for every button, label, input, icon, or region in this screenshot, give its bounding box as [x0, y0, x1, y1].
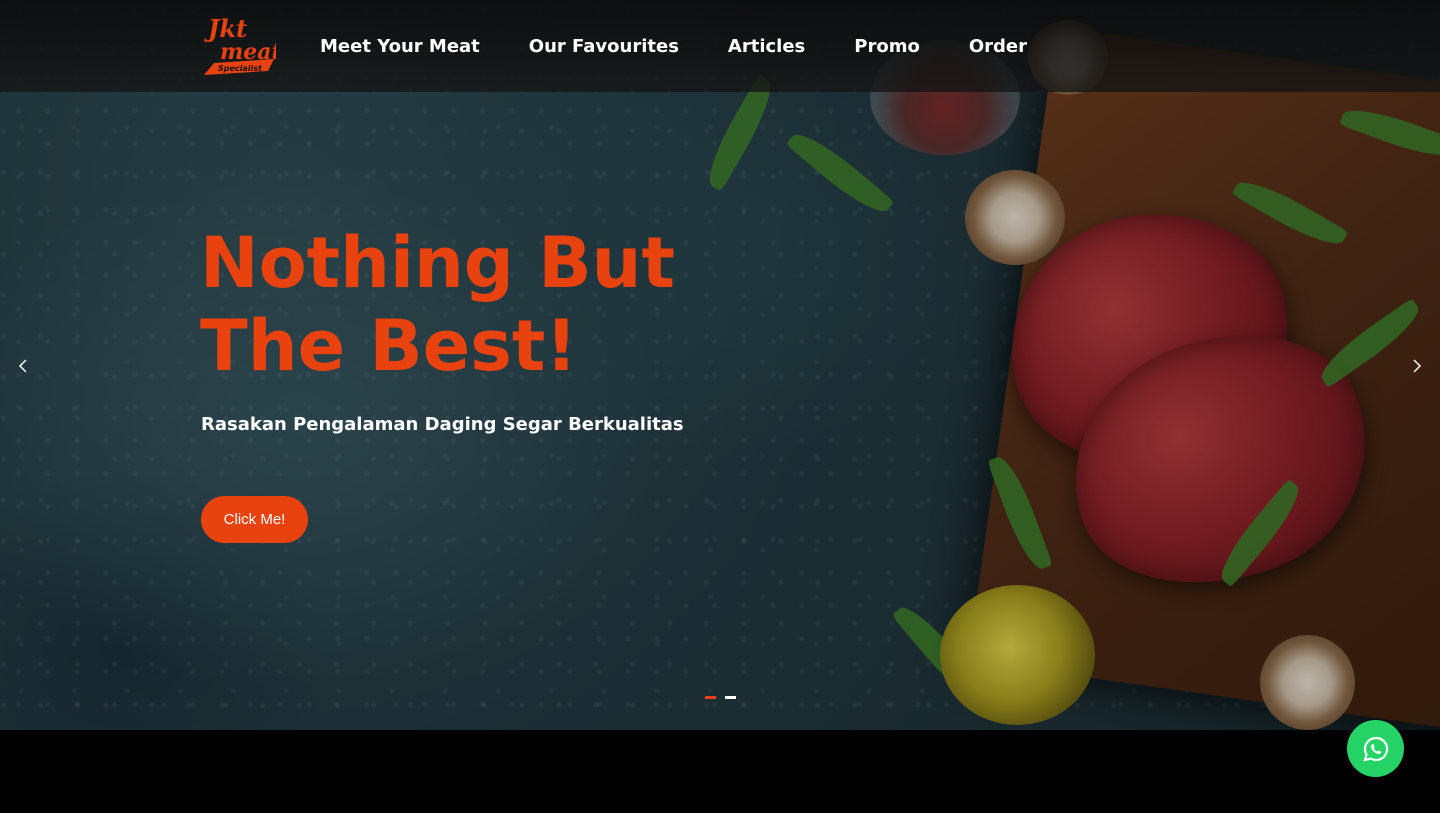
logo[interactable]: Jkt meat Specialist: [202, 13, 282, 77]
chevron-left-icon: [18, 359, 27, 373]
whatsapp-button[interactable]: [1347, 720, 1404, 777]
nav-item-meet-your-meat[interactable]: Meet Your Meat: [320, 36, 480, 57]
whatsapp-icon: [1362, 736, 1388, 762]
chevron-right-icon: [1413, 359, 1422, 373]
headline-line-1: Nothing But: [200, 222, 675, 304]
site-header: Jkt meat Specialist Meet Your Meat Our F…: [0, 0, 1440, 92]
jktmeat-logo: Jkt meat Specialist: [204, 14, 282, 75]
main-nav: Meet Your Meat Our Favourites Articles P…: [320, 0, 1076, 92]
nav-item-our-favourites[interactable]: Our Favourites: [529, 36, 679, 57]
nav-item-articles[interactable]: Articles: [728, 36, 805, 57]
nav-item-order[interactable]: Order: [969, 36, 1027, 57]
carousel-indicator-2[interactable]: [725, 696, 736, 699]
hero-headline: Nothing But The Best!: [200, 222, 760, 388]
carousel-next-button[interactable]: [1406, 356, 1426, 376]
carousel-prev-button[interactable]: [14, 356, 34, 376]
hero-subheadline: Rasakan Pengalaman Daging Segar Berkuali…: [201, 414, 684, 435]
svg-text:Specialist: Specialist: [218, 64, 263, 73]
headline-line-2: The Best!: [200, 305, 578, 387]
click-me-button[interactable]: Click Me!: [201, 496, 308, 543]
nav-item-promo[interactable]: Promo: [854, 36, 920, 57]
carousel-indicator-1[interactable]: [705, 696, 716, 699]
hero-carousel: Nothing But The Best! Rasakan Pengalaman…: [0, 0, 1440, 730]
carousel-indicators: [705, 696, 736, 699]
